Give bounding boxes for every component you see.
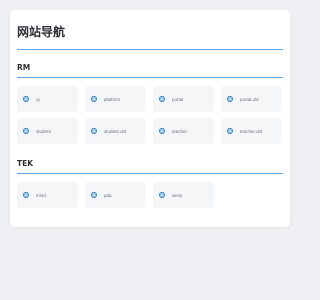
nav-link-label: portal.old [240, 96, 259, 102]
nav-link-label: platform [104, 96, 121, 102]
nav-link-portal-old[interactable]: portal.old [221, 86, 282, 112]
nav-link-pda[interactable]: pda [85, 182, 146, 208]
link-dot-icon [159, 192, 165, 198]
nav-link-teacher[interactable]: teacher [153, 118, 214, 144]
link-dot-icon [227, 128, 233, 134]
link-dot-icon [23, 128, 29, 134]
section-tek-grid: mind pda wesy [17, 182, 283, 208]
nav-link-student-old[interactable]: student.old [85, 118, 146, 144]
link-dot-icon [91, 192, 97, 198]
nav-link-platform[interactable]: platform [85, 86, 146, 112]
nav-link-label: portal [172, 96, 184, 102]
section-rm-grid: oj platform portal portal.old student st… [17, 86, 283, 144]
link-dot-icon [91, 128, 97, 134]
page-title: 网站导航 [17, 22, 283, 50]
nav-link-portal[interactable]: portal [153, 86, 214, 112]
link-dot-icon [159, 128, 165, 134]
section-tek: TEK mind pda wesy [17, 159, 283, 208]
nav-card: 网站导航 RM oj platform portal portal.old st… [10, 10, 290, 227]
nav-link-label: student.old [104, 128, 127, 134]
link-dot-icon [23, 192, 29, 198]
nav-link-label: teacher [172, 128, 188, 134]
nav-link-label: pda [104, 192, 112, 198]
nav-link-oj[interactable]: oj [17, 86, 78, 112]
nav-link-label: teacher.old [240, 128, 263, 134]
nav-link-label: wesy [172, 192, 183, 198]
nav-link-label: mind [36, 192, 46, 198]
section-title-rm: RM [17, 63, 283, 78]
section-rm: RM oj platform portal portal.old student [17, 63, 283, 144]
nav-link-mind[interactable]: mind [17, 182, 78, 208]
link-dot-icon [159, 96, 165, 102]
nav-link-teacher-old[interactable]: teacher.old [221, 118, 282, 144]
section-title-tek: TEK [17, 159, 283, 174]
nav-link-label: oj [36, 96, 40, 102]
link-dot-icon [91, 96, 97, 102]
link-dot-icon [227, 96, 233, 102]
nav-link-wesy[interactable]: wesy [153, 182, 214, 208]
nav-link-label: student [36, 128, 51, 134]
link-dot-icon [23, 96, 29, 102]
nav-link-student[interactable]: student [17, 118, 78, 144]
